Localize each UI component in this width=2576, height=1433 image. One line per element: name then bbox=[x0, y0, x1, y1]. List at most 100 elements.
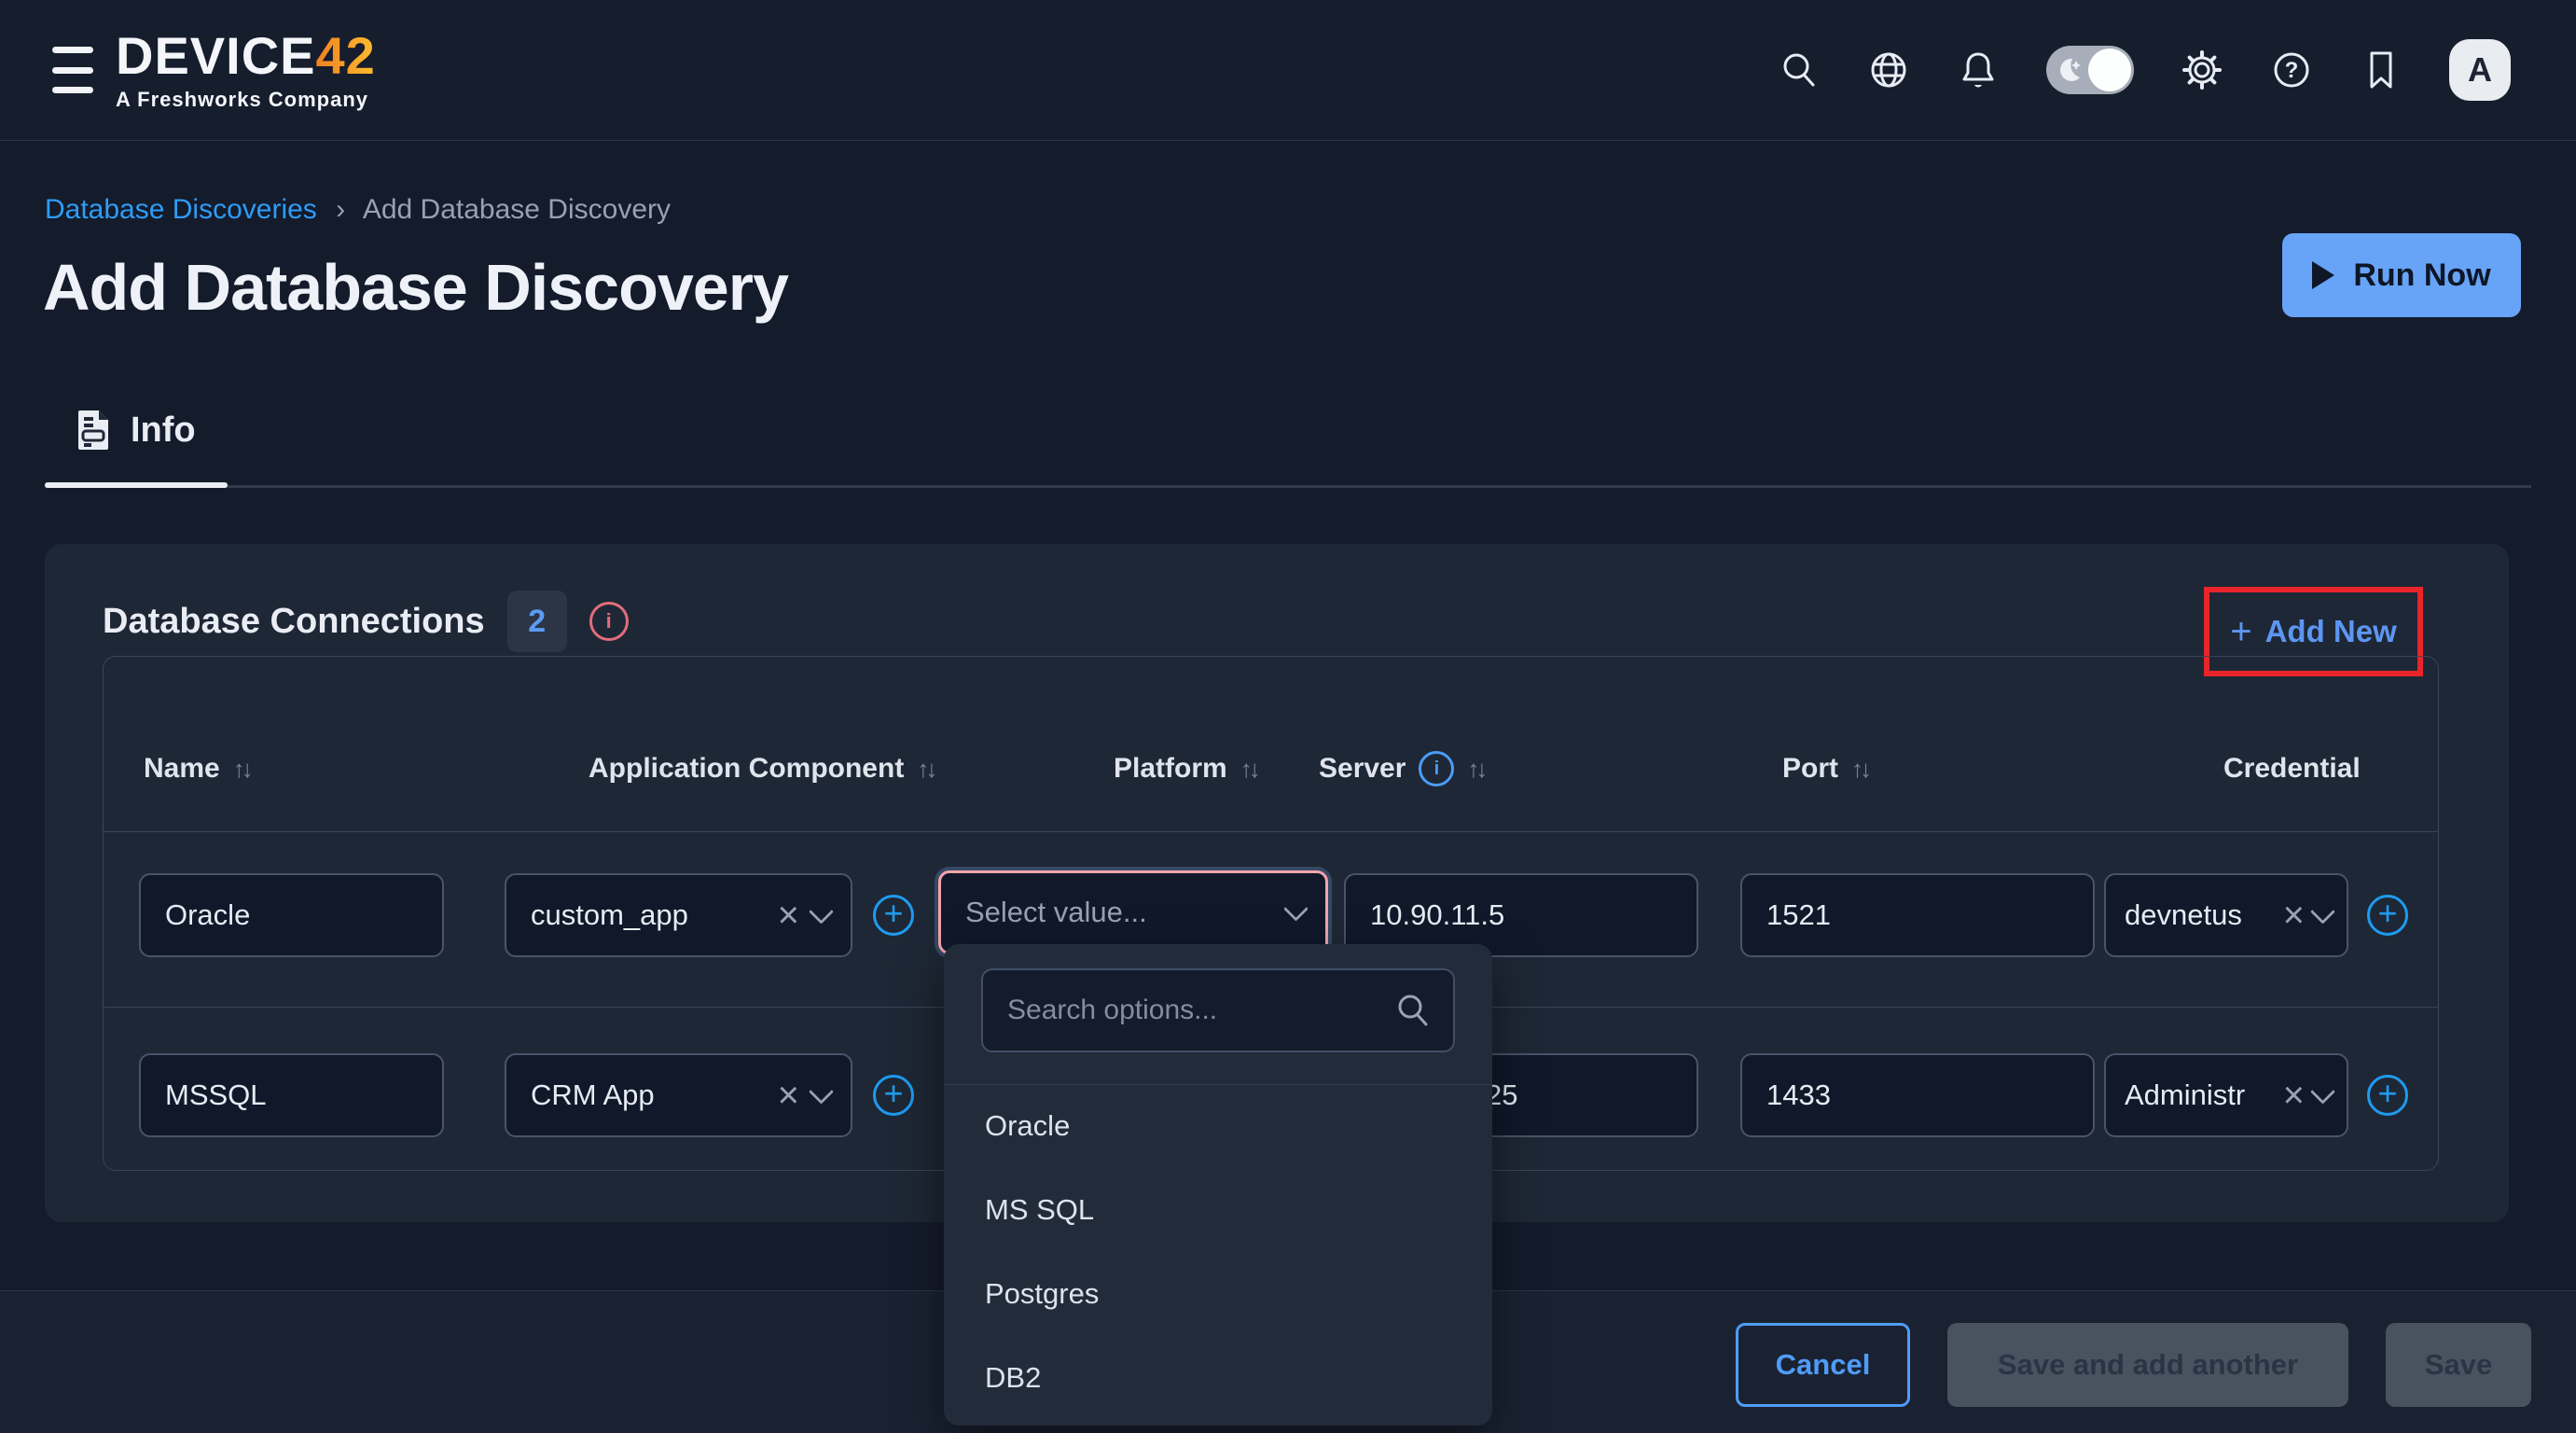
brand-logo: DEVICE42 A Freshworks Company bbox=[116, 30, 376, 110]
column-header-name[interactable]: Name ↑↓ bbox=[144, 727, 250, 811]
run-now-label: Run Now bbox=[2353, 257, 2490, 294]
moon-icon bbox=[2054, 55, 2084, 85]
theme-toggle[interactable] bbox=[2046, 46, 2134, 94]
chevron-down-icon[interactable] bbox=[2310, 1078, 2335, 1104]
column-header-application-component[interactable]: Application Component ↑↓ bbox=[589, 727, 934, 811]
brand-text: DEVICE bbox=[116, 26, 316, 85]
select-value: devnetus bbox=[2125, 898, 2279, 932]
bookmark-icon[interactable] bbox=[2360, 49, 2403, 91]
top-icon-row: ? A bbox=[1778, 0, 2511, 140]
sort-icon[interactable]: ↑↓ bbox=[917, 755, 934, 784]
avatar-initial: A bbox=[2468, 50, 2492, 90]
table-row-1-port-cell bbox=[1740, 873, 2095, 957]
name-input[interactable] bbox=[139, 1053, 444, 1137]
application-component-select[interactable]: CRM App × bbox=[505, 1053, 852, 1137]
select-placeholder: Select value... bbox=[965, 896, 1287, 929]
column-label: Application Component bbox=[589, 753, 904, 785]
breadcrumb-separator: › bbox=[336, 194, 345, 225]
chevron-down-icon[interactable] bbox=[809, 898, 834, 924]
credential-select[interactable]: devnetus × bbox=[2104, 873, 2348, 957]
add-credential-icon[interactable]: + bbox=[2367, 1075, 2408, 1116]
globe-icon[interactable] bbox=[1867, 49, 1910, 91]
table-row-1-add-component-cell: + bbox=[873, 873, 914, 957]
run-now-button[interactable]: Run Now bbox=[2282, 233, 2521, 317]
sort-icon[interactable]: ↑↓ bbox=[1467, 755, 1484, 784]
table-row-2-credential-cell: Administr × bbox=[2104, 1053, 2348, 1137]
credential-select[interactable]: Administr × bbox=[2104, 1053, 2348, 1137]
dropdown-search bbox=[981, 968, 1455, 1052]
help-icon[interactable]: ? bbox=[2270, 49, 2313, 91]
breadcrumb: Database Discoveries › Add Database Disc… bbox=[45, 194, 671, 226]
name-input[interactable] bbox=[139, 873, 444, 957]
search-icon[interactable] bbox=[1778, 49, 1821, 91]
section-info-icon[interactable]: i bbox=[589, 602, 629, 641]
card-header: Database Connections 2 i bbox=[103, 591, 629, 652]
table-row-1-app-component-cell: custom_app × bbox=[505, 873, 852, 957]
page-title: Add Database Discovery bbox=[43, 250, 788, 325]
save-and-add-another-button[interactable]: Save and add another bbox=[1947, 1323, 2348, 1407]
brand-accent: 42 bbox=[316, 26, 376, 85]
dropdown-option-oracle[interactable]: Oracle bbox=[944, 1084, 1492, 1168]
chevron-down-icon[interactable] bbox=[1283, 896, 1309, 921]
select-value: Administr bbox=[2125, 1078, 2279, 1112]
add-new-label: Add New bbox=[2265, 614, 2397, 649]
clear-icon[interactable]: × bbox=[2283, 897, 2305, 934]
cancel-button[interactable]: Cancel bbox=[1736, 1323, 1910, 1407]
server-info-icon[interactable]: i bbox=[1419, 751, 1454, 786]
column-label: Credential bbox=[2223, 753, 2361, 785]
table-row-2-port-cell bbox=[1740, 1053, 2095, 1137]
notifications-bell-icon[interactable] bbox=[1957, 49, 2000, 91]
connections-count-badge: 2 bbox=[507, 591, 567, 652]
document-icon bbox=[75, 409, 112, 452]
hamburger-menu-icon[interactable] bbox=[52, 47, 93, 93]
table-row-1-add-credential-cell: + bbox=[2367, 873, 2408, 957]
column-header-credential: Credential bbox=[2223, 727, 2361, 811]
save-button[interactable]: Save bbox=[2386, 1323, 2531, 1407]
table-row-2-name-cell bbox=[139, 1053, 444, 1137]
port-input[interactable] bbox=[1740, 1053, 2095, 1137]
brand-subtitle: A Freshworks Company bbox=[116, 90, 376, 110]
sort-icon[interactable]: ↑↓ bbox=[1240, 755, 1257, 784]
plus-icon: + bbox=[2230, 613, 2251, 650]
clear-icon[interactable]: × bbox=[778, 897, 799, 934]
column-label: Platform bbox=[1114, 753, 1227, 785]
table-row-2-app-component-cell: CRM App × bbox=[505, 1053, 852, 1137]
table-row-1-platform-cell: Select value... bbox=[938, 870, 1328, 954]
svg-text:?: ? bbox=[2285, 58, 2299, 83]
column-label: Port bbox=[1782, 753, 1838, 785]
dropdown-option-db2[interactable]: DB2 bbox=[944, 1336, 1492, 1420]
select-value: CRM App bbox=[531, 1078, 769, 1112]
settings-gear-icon[interactable] bbox=[2181, 49, 2223, 91]
sort-icon[interactable]: ↑↓ bbox=[1851, 755, 1868, 784]
port-input[interactable] bbox=[1740, 873, 2095, 957]
table-row-1-name-cell bbox=[139, 873, 444, 957]
dropdown-option-postgres[interactable]: Postgres bbox=[944, 1252, 1492, 1336]
dropdown-search-input[interactable] bbox=[981, 968, 1455, 1052]
avatar[interactable]: A bbox=[2449, 39, 2511, 101]
add-application-component-icon[interactable]: + bbox=[873, 895, 914, 936]
table-row-2-add-credential-cell: + bbox=[2367, 1053, 2408, 1137]
toggle-knob bbox=[2088, 49, 2131, 91]
top-bar: DEVICE42 A Freshworks Company bbox=[0, 0, 2576, 141]
tab-info[interactable]: Info bbox=[75, 409, 196, 452]
add-application-component-icon[interactable]: + bbox=[873, 1075, 914, 1116]
clear-icon[interactable]: × bbox=[2283, 1077, 2305, 1114]
column-header-server[interactable]: Server i ↑↓ bbox=[1319, 727, 1484, 811]
sort-icon[interactable]: ↑↓ bbox=[233, 755, 250, 784]
table-row-2-add-component-cell: + bbox=[873, 1053, 914, 1137]
platform-select-focused[interactable]: Select value... bbox=[938, 870, 1328, 954]
tab-active-indicator bbox=[45, 482, 228, 488]
column-header-port[interactable]: Port ↑↓ bbox=[1782, 727, 1868, 811]
add-credential-icon[interactable]: + bbox=[2367, 895, 2408, 936]
dropdown-option-ms-sql[interactable]: MS SQL bbox=[944, 1168, 1492, 1252]
clear-icon[interactable]: × bbox=[778, 1077, 799, 1114]
breadcrumb-parent-link[interactable]: Database Discoveries bbox=[45, 194, 317, 225]
app-screen: DEVICE42 A Freshworks Company bbox=[0, 0, 2576, 1433]
column-header-platform[interactable]: Platform ↑↓ bbox=[1114, 727, 1257, 811]
column-label: Server bbox=[1319, 753, 1406, 785]
chevron-down-icon[interactable] bbox=[2310, 898, 2335, 924]
application-component-select[interactable]: custom_app × bbox=[505, 873, 852, 957]
chevron-down-icon[interactable] bbox=[809, 1078, 834, 1104]
search-icon bbox=[1393, 991, 1433, 1030]
header-divider bbox=[104, 831, 2438, 832]
